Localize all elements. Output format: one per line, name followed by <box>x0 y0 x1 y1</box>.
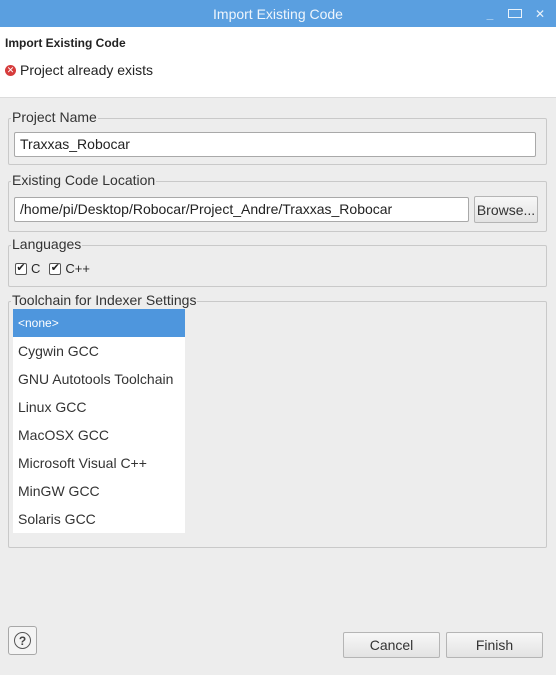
wizard-header: Import Existing Code ✕ Project already e… <box>0 27 556 98</box>
toolchain-item-solaris-gcc[interactable]: Solaris GCC <box>13 505 185 533</box>
code-location-input[interactable]: /home/pi/Desktop/Robocar/Project_Andre/T… <box>14 197 469 222</box>
help-icon: ? <box>14 632 31 649</box>
help-button[interactable]: ? <box>8 626 37 655</box>
error-icon: ✕ <box>5 64 16 76</box>
browse-button[interactable]: Browse... <box>474 196 538 223</box>
languages-group: Languages ✔ C ✔ C++ <box>8 236 547 287</box>
window-titlebar: Import Existing Code _ ✕ <box>0 0 556 27</box>
toolchain-item-linux-gcc[interactable]: Linux GCC <box>13 393 185 421</box>
languages-legend: Languages <box>11 236 83 252</box>
window-title: Import Existing Code <box>213 5 343 22</box>
toolchain-list[interactable]: <none> Cygwin GCC GNU Autotools Toolchai… <box>13 309 185 533</box>
toolchain-item-macosx-gcc[interactable]: MacOSX GCC <box>13 421 185 449</box>
maximize-icon[interactable] <box>508 9 522 18</box>
toolchain-item-none[interactable]: <none> <box>13 309 185 337</box>
c-checkbox-label: C <box>31 261 41 276</box>
cpp-checkbox-label: C++ <box>65 261 90 276</box>
toolchain-item-mingw-gcc[interactable]: MinGW GCC <box>13 477 185 505</box>
code-location-group: Existing Code Location /home/pi/Desktop/… <box>8 172 547 232</box>
toolchain-item-gnu-autotools[interactable]: GNU Autotools Toolchain <box>13 365 185 393</box>
wizard-title: Import Existing Code <box>5 36 126 50</box>
error-message-text: Project already exists <box>20 62 154 78</box>
close-icon[interactable]: ✕ <box>534 7 546 21</box>
project-name-legend: Project Name <box>11 109 98 125</box>
project-name-input[interactable]: Traxxas_Robocar <box>14 132 536 157</box>
code-location-legend: Existing Code Location <box>11 172 157 188</box>
finish-button[interactable]: Finish <box>446 632 543 658</box>
cancel-button[interactable]: Cancel <box>343 632 440 658</box>
minimize-icon[interactable]: _ <box>484 7 496 21</box>
toolchain-item-msvc[interactable]: Microsoft Visual C++ <box>13 449 185 477</box>
c-checkbox[interactable]: ✔ <box>15 262 27 275</box>
error-message: ✕ Project already exists <box>5 62 153 78</box>
project-name-group: Project Name Traxxas_Robocar <box>8 109 547 165</box>
languages-checkboxes: ✔ C ✔ C++ <box>15 261 95 276</box>
toolchain-group: Toolchain for Indexer Settings <none> Cy… <box>8 292 547 548</box>
window-controls: _ ✕ <box>484 0 546 27</box>
cpp-checkbox[interactable]: ✔ <box>49 262 62 275</box>
toolchain-item-cygwin-gcc[interactable]: Cygwin GCC <box>13 337 185 365</box>
toolchain-legend: Toolchain for Indexer Settings <box>11 292 198 308</box>
